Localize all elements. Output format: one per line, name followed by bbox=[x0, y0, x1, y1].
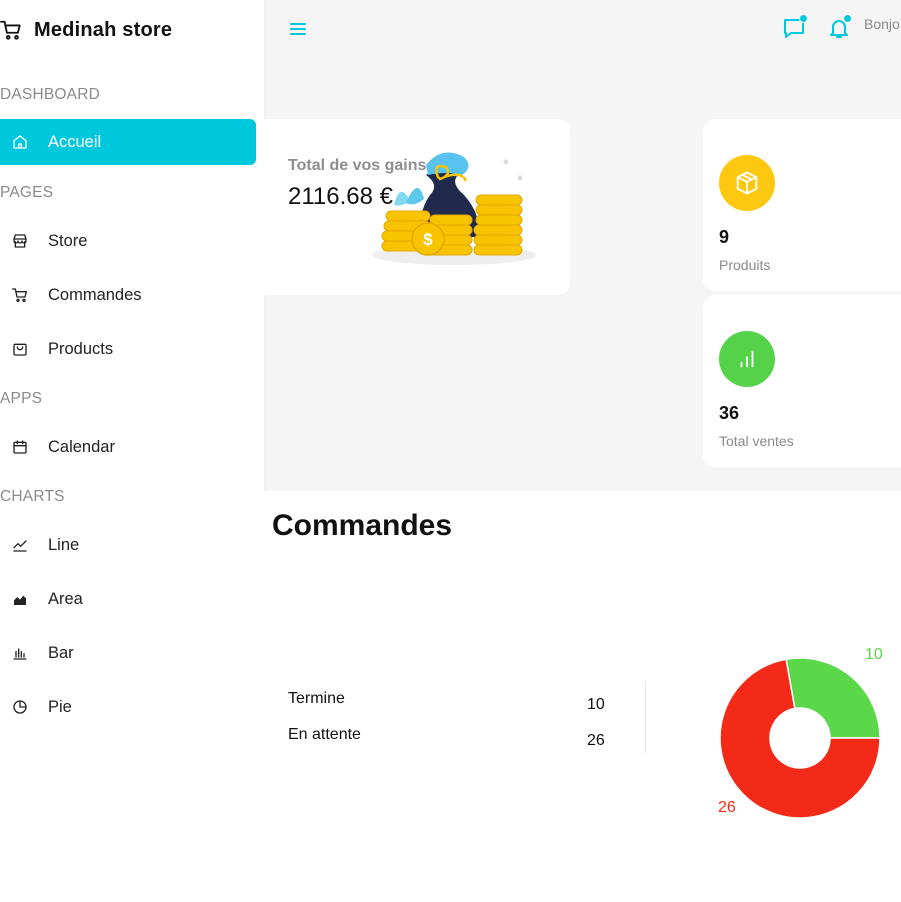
menu-icon[interactable] bbox=[289, 20, 307, 38]
sidebar-item-label: Calendar bbox=[48, 437, 115, 456]
sidebar-item-bar[interactable]: Bar bbox=[0, 630, 256, 676]
sidebar-item-label: Store bbox=[48, 231, 88, 250]
orders-row-label: Termine bbox=[288, 690, 345, 707]
cart-icon bbox=[0, 20, 21, 40]
sidebar-item-label: Area bbox=[48, 589, 83, 608]
bar-chart-icon bbox=[12, 645, 28, 661]
sidebar-item-label: Bar bbox=[48, 643, 74, 662]
orders-row-value: 26 bbox=[587, 732, 605, 749]
products-badge bbox=[719, 155, 775, 211]
orders-panel: Commandes Termine 10 En attente 26 10 26 bbox=[264, 491, 901, 902]
pie-chart-icon bbox=[12, 699, 28, 715]
shopping-bag-icon bbox=[12, 341, 28, 357]
orders-row-value: 10 bbox=[587, 696, 605, 713]
sidebar-item-area[interactable]: Area bbox=[0, 576, 256, 622]
earnings-amount: 2116.68 € bbox=[288, 183, 393, 210]
bar-chart-icon bbox=[740, 350, 754, 368]
sidebar-item-store[interactable]: Store bbox=[0, 218, 256, 264]
notifications-button[interactable] bbox=[827, 14, 853, 42]
svg-text:$: $ bbox=[423, 230, 433, 249]
sales-stat-card: 36 Total ventes bbox=[703, 295, 901, 467]
sidebar-item-label: Pie bbox=[48, 697, 72, 716]
calendar-icon bbox=[12, 439, 28, 455]
line-chart-icon bbox=[12, 537, 28, 553]
user-greeting[interactable]: Bonjo bbox=[864, 16, 900, 32]
earnings-card: $ Total de vos gains 2116.68 € bbox=[264, 119, 570, 295]
sidebar: Medinah store DASHBOARD Accueil PAGES St… bbox=[0, 0, 264, 902]
store-icon bbox=[12, 233, 28, 249]
sidebar-item-line[interactable]: Line bbox=[0, 522, 256, 568]
notification-dot bbox=[843, 14, 852, 23]
sidebar-item-label: Line bbox=[48, 535, 80, 554]
box-icon bbox=[736, 171, 758, 195]
products-label: Produits bbox=[719, 257, 771, 273]
chat-button[interactable] bbox=[782, 14, 808, 42]
cart-icon bbox=[12, 287, 28, 303]
section-dashboard: DASHBOARD bbox=[0, 86, 100, 103]
sidebar-item-label: Accueil bbox=[48, 132, 102, 151]
sidebar-item-calendar[interactable]: Calendar bbox=[0, 424, 256, 470]
brand[interactable]: Medinah store bbox=[0, 14, 172, 46]
sidebar-item-label: Products bbox=[48, 339, 114, 358]
sidebar-item-label: Commandes bbox=[48, 285, 142, 304]
products-count: 9 bbox=[719, 227, 730, 247]
sales-count: 36 bbox=[719, 403, 740, 423]
sidebar-item-commandes[interactable]: Commandes bbox=[0, 272, 256, 318]
products-stat-card: 9 Produits bbox=[703, 119, 901, 291]
sidebar-item-accueil[interactable]: Accueil bbox=[0, 119, 256, 165]
section-charts: CHARTS bbox=[0, 488, 65, 505]
divider bbox=[645, 681, 646, 753]
sidebar-item-pie[interactable]: Pie bbox=[0, 684, 256, 730]
notification-dot bbox=[799, 14, 808, 23]
earnings-title: Total de vos gains bbox=[288, 157, 427, 174]
area-chart-icon bbox=[12, 591, 28, 607]
home-icon bbox=[12, 134, 28, 150]
pie-label-termine: 10 bbox=[865, 646, 883, 663]
pie-slice-termine bbox=[785, 657, 881, 739]
sidebar-item-products[interactable]: Products bbox=[0, 326, 256, 372]
section-apps: APPS bbox=[0, 390, 43, 407]
pie-label-en-attente: 26 bbox=[718, 799, 736, 816]
orders-row-label: En attente bbox=[288, 726, 361, 743]
sales-badge bbox=[719, 331, 775, 387]
orders-title: Commandes bbox=[272, 509, 453, 542]
section-pages: PAGES bbox=[0, 184, 54, 201]
app-title: Medinah store bbox=[34, 18, 173, 41]
sales-label: Total ventes bbox=[719, 433, 794, 449]
